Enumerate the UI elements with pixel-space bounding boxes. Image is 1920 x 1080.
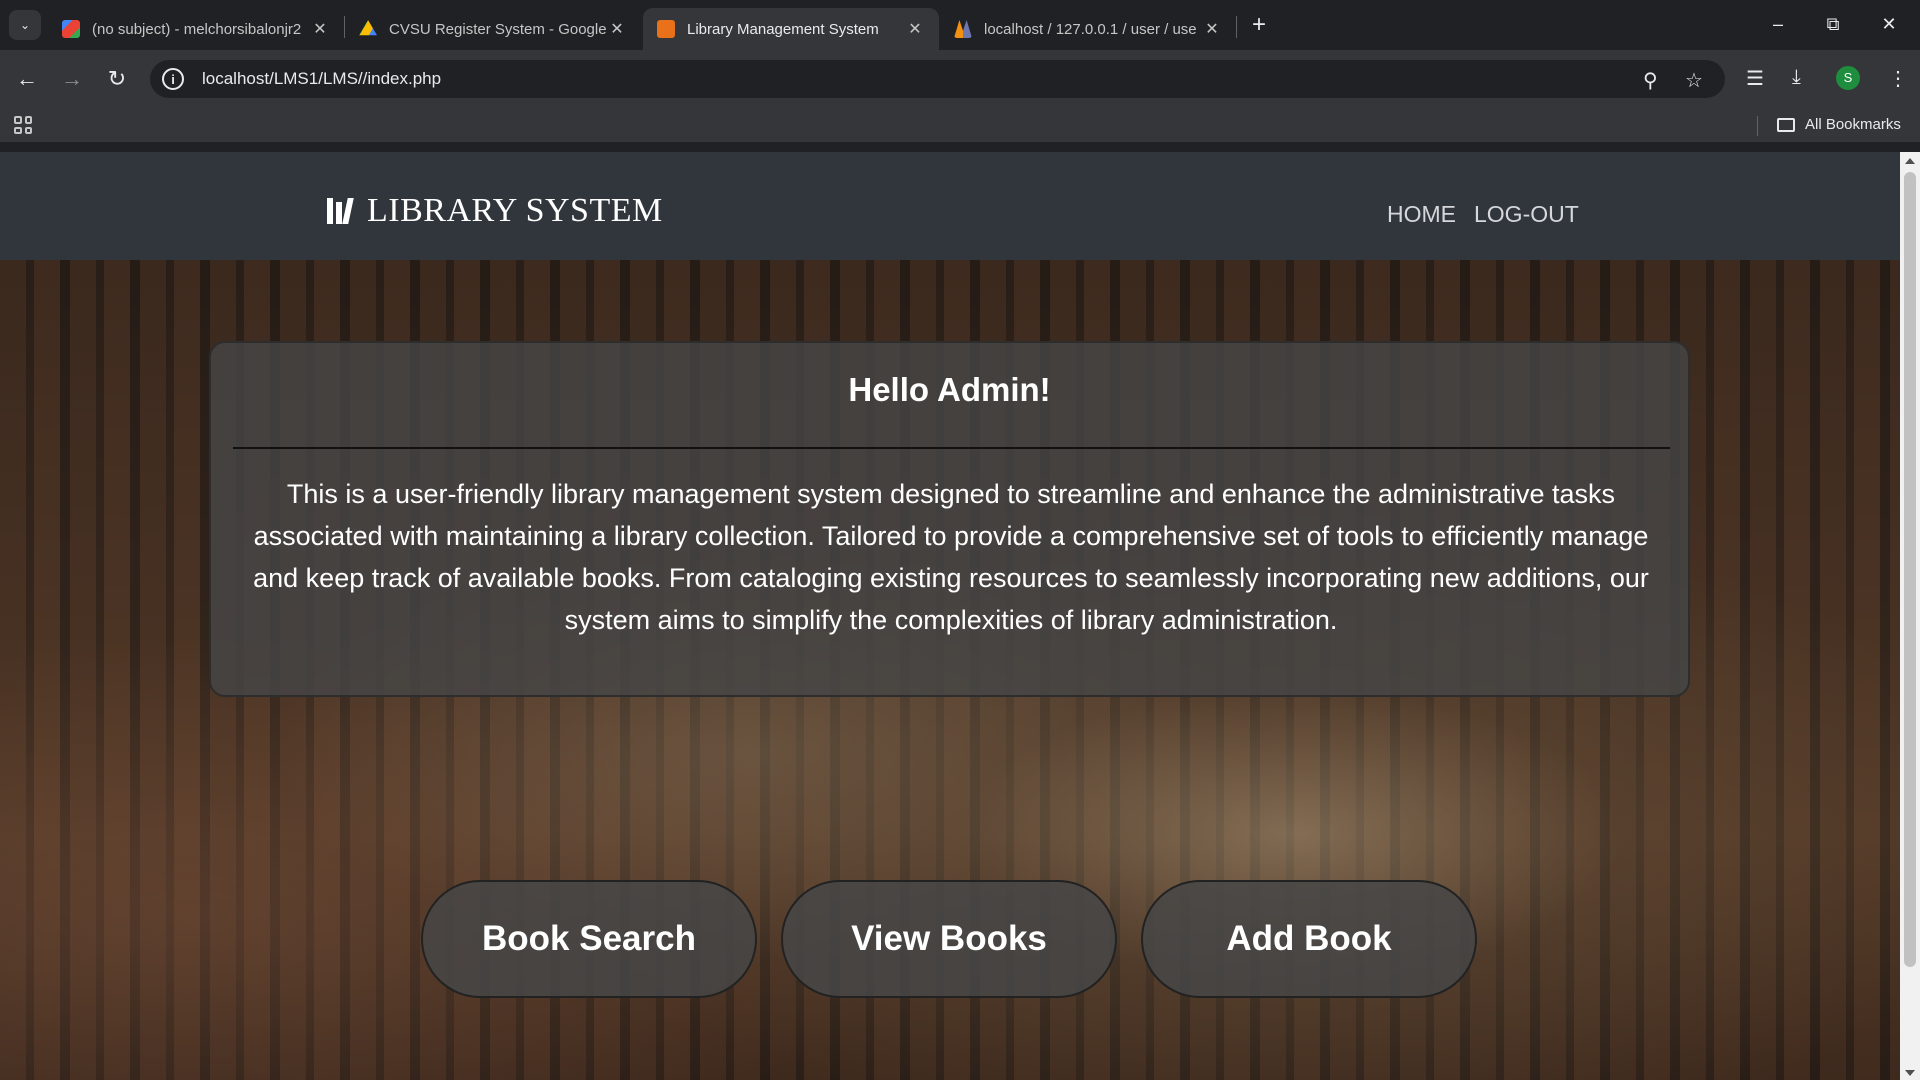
brand[interactable]: LIBRARY SYSTEM — [327, 192, 663, 230]
close-icon[interactable]: ✕ — [310, 19, 330, 39]
bookmark-star-icon[interactable]: ☆ — [1685, 68, 1703, 93]
restore-button[interactable]: ⧉ — [1810, 8, 1856, 40]
kebab-menu-icon[interactable]: ⋮ — [1888, 66, 1908, 91]
brand-name: LIBRARY SYSTEM — [367, 192, 663, 229]
reload-button[interactable]: ↻ — [100, 62, 134, 96]
plus-icon: + — [1251, 11, 1266, 38]
book-search-button[interactable]: Book Search — [421, 880, 757, 998]
restore-icon: ⧉ — [1826, 14, 1840, 34]
main-nav: HOME LOG-OUT — [1387, 201, 1579, 228]
bookmarks-bar: All Bookmarks — [0, 108, 1920, 142]
url-text[interactable]: localhost/LMS1/LMS//index.php — [202, 69, 441, 89]
close-window-button[interactable]: ✕ — [1866, 8, 1912, 40]
tab-strip: ⌄ (no subject) - melchorsibalonjr2 ✕ CVS… — [0, 0, 1920, 50]
minimize-icon: – — [1772, 14, 1783, 34]
address-bar[interactable]: i localhost/LMS1/LMS//index.php ⚲ ☆ — [150, 60, 1725, 98]
download-icon[interactable]: ⤓ — [1792, 66, 1801, 89]
page-scrollbar[interactable] — [1900, 152, 1920, 1080]
tab-title: CVSU Register System - Google — [389, 20, 607, 38]
tab-title: (no subject) - melchorsibalonjr2 — [92, 20, 302, 38]
nav-home-link[interactable]: HOME — [1387, 201, 1456, 228]
tab-google-drive[interactable]: CVSU Register System - Google ✕ — [345, 8, 641, 50]
gmail-icon — [62, 20, 80, 38]
welcome-description: This is a user-friendly library manageme… — [253, 479, 1649, 635]
tab-title: localhost / 127.0.0.1 / user / use — [984, 20, 1197, 38]
codeigniter-icon — [657, 20, 675, 38]
scrollbar-thumb[interactable] — [1904, 172, 1916, 967]
divider — [233, 447, 1670, 449]
scroll-up-icon[interactable] — [1905, 158, 1915, 164]
bookmarks-divider — [1757, 116, 1758, 136]
books-icon — [327, 198, 355, 224]
google-drive-icon — [359, 20, 377, 36]
tab-phpmyadmin[interactable]: localhost / 127.0.0.1 / user / use ✕ — [940, 8, 1236, 50]
add-book-button[interactable]: Add Book — [1141, 880, 1477, 998]
folder-icon — [1777, 117, 1795, 132]
back-button[interactable]: ← — [10, 62, 44, 96]
tab-search-button[interactable]: ⌄ — [9, 10, 41, 40]
close-icon: ✕ — [1881, 14, 1897, 34]
forward-button[interactable]: → — [55, 62, 89, 96]
all-bookmarks-button[interactable]: All Bookmarks — [1777, 116, 1901, 133]
minimize-button[interactable]: – — [1755, 8, 1801, 40]
view-books-button[interactable]: View Books — [781, 880, 1117, 998]
nav-logout-link[interactable]: LOG-OUT — [1474, 201, 1579, 228]
tab-divider — [1236, 16, 1237, 38]
scroll-down-icon[interactable] — [1905, 1070, 1915, 1076]
tab-gmail[interactable]: (no subject) - melchorsibalonjr2 ✕ — [48, 8, 344, 50]
welcome-card: Hello Admin! This is a user-friendly lib… — [209, 341, 1690, 697]
reload-icon: ↻ — [107, 66, 127, 91]
site-header: LIBRARY SYSTEM HOME LOG-OUT — [0, 152, 1900, 260]
browser-toolbar: ← → ↻ i localhost/LMS1/LMS//index.php ⚲ … — [0, 50, 1920, 108]
media-controls-icon[interactable]: ☰ — [1746, 66, 1764, 91]
tab-library-management[interactable]: Library Management System ✕ — [643, 8, 939, 50]
phpmyadmin-icon — [954, 20, 972, 38]
close-icon[interactable]: ✕ — [1202, 19, 1222, 39]
site-info-icon[interactable]: i — [162, 68, 184, 90]
arrow-right-icon: → — [61, 66, 83, 91]
close-icon[interactable]: ✕ — [607, 19, 627, 39]
profile-avatar[interactable]: S — [1836, 66, 1860, 90]
chevron-down-icon: ⌄ — [19, 18, 31, 32]
close-icon[interactable]: ✕ — [905, 19, 925, 39]
all-bookmarks-label: All Bookmarks — [1805, 116, 1901, 133]
apps-grid-icon[interactable] — [14, 116, 32, 134]
new-tab-button[interactable]: + — [1245, 12, 1273, 40]
zoom-icon[interactable]: ⚲ — [1643, 68, 1658, 93]
tab-title: Library Management System — [687, 20, 879, 38]
arrow-left-icon: ← — [16, 66, 38, 91]
welcome-heading: Hello Admin! — [848, 371, 1051, 408]
